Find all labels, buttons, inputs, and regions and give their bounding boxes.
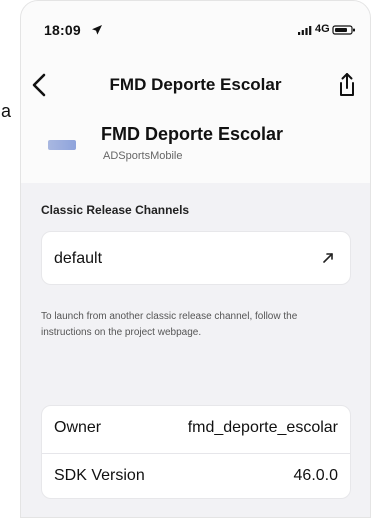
nav-title: FMD Deporte Escolar: [109, 75, 282, 94]
project-info-card: Owner fmd_deporte_escolar SDK Version 46…: [41, 405, 351, 499]
share-icon: [340, 73, 354, 96]
sdk-version-value: 46.0.0: [293, 467, 338, 484]
share-button[interactable]: [334, 71, 360, 99]
app-header: FMD Deporte Escolar ADSportsMobile: [21, 114, 370, 176]
location-arrow-icon: [92, 25, 102, 35]
owner-row: Owner fmd_deporte_escolar: [42, 406, 350, 452]
app-logo: [48, 140, 76, 150]
status-time: 18:09: [44, 22, 81, 38]
signal-bars-icon: [298, 26, 312, 35]
owner-label: Owner: [54, 419, 102, 436]
outside-left-margin: [0, 0, 20, 518]
navigation-bar: FMD Deporte Escolar: [21, 63, 370, 107]
network-type: 4G: [315, 23, 330, 35]
stray-text-fragment: a: [1, 101, 12, 121]
sdk-version-label: SDK Version: [54, 467, 145, 484]
release-channel-name: default: [54, 250, 103, 267]
arrow-up-right-icon: [323, 253, 333, 263]
battery-icon: [332, 25, 355, 35]
help-text: To launch from another classic release c…: [41, 311, 298, 338]
status-bar: 18:09 4G: [21, 1, 370, 47]
outside-right-margin: [371, 0, 391, 518]
app-title: FMD Deporte Escolar: [101, 124, 284, 144]
sdk-version-row: SDK Version 46.0.0: [42, 453, 350, 500]
app-owner: ADSportsMobile: [103, 150, 183, 162]
phone-screen: 18:09 4G FMD Deporte Escolar FMD Deporte…: [20, 0, 371, 518]
owner-value: fmd_deporte_escolar: [187, 419, 338, 436]
release-channels-section: Classic Release Channels default To laun…: [21, 183, 370, 517]
section-title: Classic Release Channels: [41, 203, 190, 217]
release-channel-row[interactable]: default: [41, 231, 351, 285]
